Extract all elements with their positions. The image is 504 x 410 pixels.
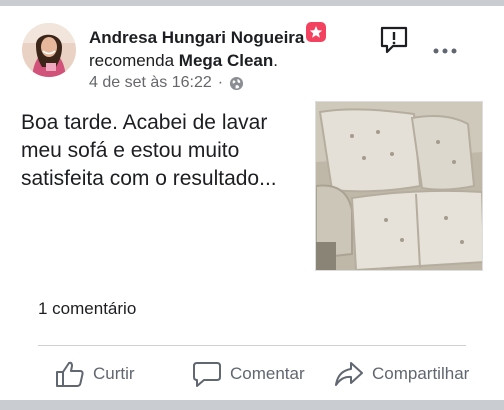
thumbs-up-icon <box>56 361 84 387</box>
recommendation-badge-icon <box>306 22 326 42</box>
report-icon[interactable] <box>379 25 409 55</box>
recommendation-line: recomenda Mega Clean. <box>89 51 278 71</box>
comment-button[interactable]: Comentar <box>192 358 305 390</box>
post-timestamp[interactable]: 4 de set às 16:22 <box>89 74 212 92</box>
share-button[interactable]: Compartilhar <box>334 358 469 390</box>
like-button[interactable]: Curtir <box>55 358 135 390</box>
more-options-icon[interactable] <box>430 43 460 59</box>
comment-bubble-icon <box>193 362 221 387</box>
page-name-link[interactable]: Mega Clean <box>179 51 273 70</box>
post-card: Andresa Hungari Nogueira recomenda Mega … <box>0 6 504 400</box>
comment-label: Comentar <box>230 364 305 383</box>
sofa-photo[interactable] <box>315 101 483 271</box>
globe-icon <box>230 76 244 90</box>
page-name-suffix: . <box>273 51 279 70</box>
author-name-text[interactable]: Andresa Hungari Nogueira <box>89 28 304 47</box>
sofa-photo-image <box>316 102 482 270</box>
post-meta: 4 de set às 16:22 · <box>89 74 244 92</box>
meta-separator: · <box>217 74 224 91</box>
author-name[interactable]: Andresa Hungari Nogueira <box>89 28 304 48</box>
share-arrow-icon <box>335 362 363 386</box>
recommend-verb: recomenda <box>89 51 175 70</box>
divider <box>38 345 466 346</box>
comments-count[interactable]: 1 comentário <box>38 299 136 319</box>
author-avatar[interactable] <box>22 23 76 77</box>
avatar-image <box>22 23 76 77</box>
share-label: Compartilhar <box>372 364 470 383</box>
post-text[interactable]: Boa tarde. Acabei de lavar meu sofá e es… <box>21 109 311 193</box>
like-label: Curtir <box>93 364 135 383</box>
